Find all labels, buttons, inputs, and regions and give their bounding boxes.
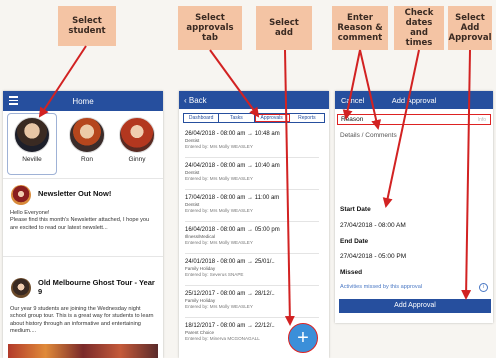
end-date-value[interactable]: 27/04/2018 - 05:00 PM	[340, 253, 406, 260]
reason-field[interactable]: Reason Info	[337, 114, 491, 125]
approval-item[interactable]: 25/12/2017 - 08:00 am → 28/12/.. Family …	[185, 290, 319, 318]
avatar	[119, 117, 155, 153]
ghost-tour-thumbnail	[11, 278, 31, 298]
callout-select-student: Select student	[58, 6, 116, 46]
callout-check-dates: Check dates and times	[394, 6, 444, 50]
approval-item[interactable]: 17/04/2018 - 08:00 am → 11:00 am Dentist…	[185, 194, 319, 222]
approval-date: 24/01/2018 - 08:00 am → 25/01/..	[185, 259, 275, 265]
reason-label: Reason	[341, 116, 364, 123]
start-date-value[interactable]: 27/04/2018 - 08:00 AM	[340, 222, 406, 229]
newsletter-thumbnail	[11, 185, 31, 205]
reason-hint: Info	[477, 117, 486, 123]
add-approval-button[interactable]: Add Approval	[339, 299, 491, 313]
tab-reports[interactable]: Reports	[290, 114, 324, 122]
approval-item[interactable]: 26/04/2018 - 08:00 am → 10:48 am Dentist…	[185, 130, 319, 158]
news-item-title[interactable]: Old Melbourne Ghost Tour - Year 9	[38, 278, 158, 296]
details-comments-field[interactable]: Details / Comments	[340, 132, 397, 139]
approval-entered-by: Entered by: Mrs Molly WEASLEY	[185, 143, 253, 149]
student-name: Neville	[22, 156, 42, 163]
avatar	[14, 117, 50, 153]
approvals-header: ‹ Back	[179, 91, 329, 109]
student-ginny[interactable]: Ginny	[117, 117, 157, 163]
callout-enter-reason: Enter Reason & comment	[332, 6, 388, 50]
student-ron[interactable]: Ron	[67, 117, 107, 163]
news-item-title[interactable]: Newsletter Out Now!	[38, 189, 158, 198]
back-button[interactable]: ‹ Back	[184, 96, 207, 105]
tab-approvals[interactable]: Approvals	[254, 114, 290, 122]
info-icon[interactable]: i	[479, 283, 488, 292]
missed-activities-link[interactable]: Activities missed by this approval	[340, 284, 422, 290]
end-date-label: End Date	[340, 238, 369, 245]
add-approval-header: Cancel Add Approval	[335, 91, 493, 109]
missed-label: Missed	[340, 269, 363, 276]
avatar	[69, 117, 105, 153]
callout-select-add: Select add	[256, 6, 312, 50]
approval-date: 26/04/2018 - 08:00 am → 10:48 am	[185, 131, 280, 137]
approval-date: 25/12/2017 - 08:00 am → 28/12/..	[185, 291, 275, 297]
news-item-body: Hello Everyone! Please find this month's…	[10, 210, 150, 231]
approval-date: 24/04/2018 - 08:00 am → 10:40 am	[185, 163, 280, 169]
approval-item[interactable]: 24/04/2018 - 08:00 am → 10:40 am Dentist…	[185, 162, 319, 190]
student-neville[interactable]: Neville	[12, 117, 52, 163]
divider	[3, 256, 163, 257]
add-fab-button[interactable]: +	[288, 323, 318, 353]
tab-bar: Dashboard Tasks Approvals Reports	[183, 113, 325, 123]
plus-icon: +	[297, 327, 309, 349]
approval-item[interactable]: 16/04/2018 - 08:00 am → 05:00 pm Illness…	[185, 226, 319, 254]
student-name: Ron	[81, 156, 93, 163]
home-header: Home	[3, 91, 163, 111]
approval-date: 16/04/2018 - 08:00 am → 05:00 pm	[185, 227, 280, 233]
news-item-body: Our year 9 students are joining the Wedn…	[10, 306, 154, 335]
start-date-label: Start Date	[340, 206, 371, 213]
approval-entered-by: Entered by: Severus SNAPE	[185, 271, 244, 277]
callout-select-add-approval: Select Add Approval	[448, 6, 492, 50]
home-title: Home	[72, 97, 94, 106]
student-name: Ginny	[128, 156, 146, 163]
back-label: Back	[188, 96, 207, 105]
approval-entered-by: Entered by: Mrs Molly WEASLEY	[185, 175, 253, 181]
tab-tasks[interactable]: Tasks	[219, 114, 255, 122]
approval-entered-by: Entered by: Mrs Molly WEASLEY	[185, 239, 253, 245]
approval-date: 17/04/2018 - 08:00 am → 11:00 am	[185, 195, 280, 201]
add-approval-title: Add Approval	[391, 96, 437, 105]
callout-select-approvals-tab: Select approvals tab	[178, 6, 242, 50]
news-image-strip	[8, 344, 158, 358]
approval-entered-by: Entered by: Mrs Molly WEASLEY	[185, 303, 253, 309]
approval-item[interactable]: 24/01/2018 - 08:00 am → 25/01/.. Family …	[185, 258, 319, 286]
tab-dashboard[interactable]: Dashboard	[184, 114, 220, 122]
divider	[3, 178, 163, 179]
approval-entered-by: Entered by: Mrs Molly WEASLEY	[185, 207, 253, 213]
